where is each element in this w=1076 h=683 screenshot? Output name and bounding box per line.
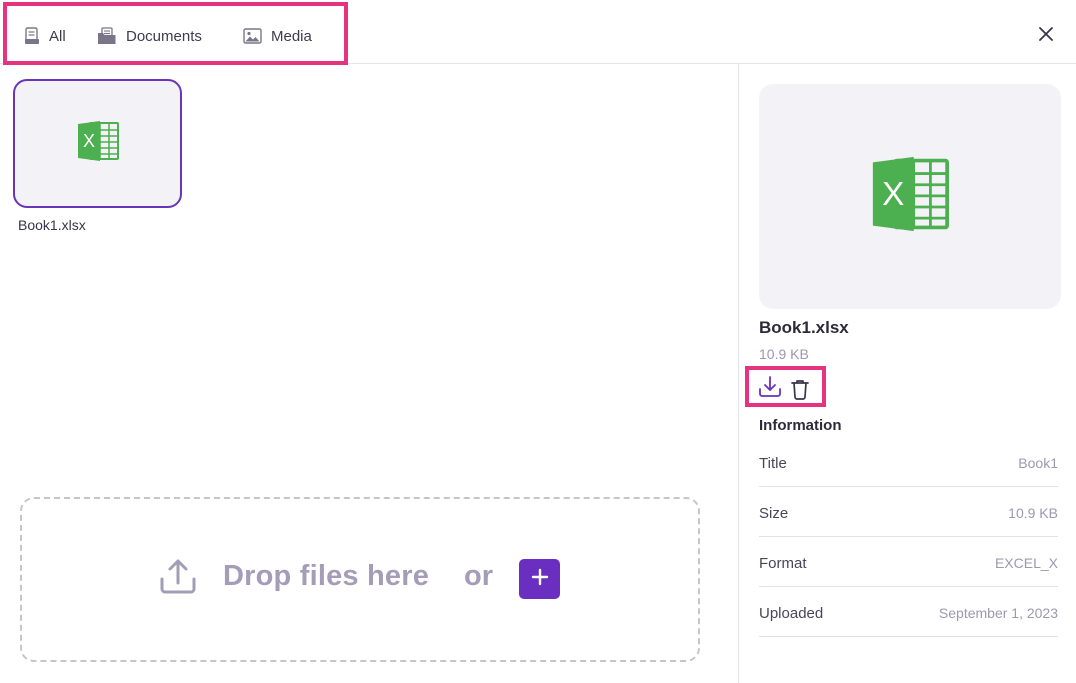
- info-value: EXCEL_X: [994, 555, 1058, 571]
- info-heading: Information: [759, 417, 842, 434]
- tab-media-label: Media: [271, 27, 312, 45]
- header: All Documents Media: [0, 0, 1076, 65]
- download-icon: [758, 376, 782, 403]
- tab-documents[interactable]: Documents: [97, 24, 202, 48]
- close-button[interactable]: [1034, 24, 1058, 48]
- info-value: 10.9 KB: [1008, 505, 1058, 521]
- file-name[interactable]: Book1.xlsx: [18, 217, 86, 233]
- download-button[interactable]: [758, 375, 782, 399]
- info-key: Size: [759, 505, 789, 522]
- image-icon: [243, 28, 262, 44]
- tab-all[interactable]: All: [24, 24, 66, 48]
- tab-all-label: All: [49, 27, 66, 45]
- trash-icon: [790, 380, 810, 404]
- file-preview: X: [759, 84, 1061, 309]
- excel-icon: X: [76, 120, 120, 167]
- file-card[interactable]: X: [13, 79, 182, 208]
- info-row-format: Format EXCEL_X: [759, 537, 1058, 587]
- close-icon: [1039, 26, 1053, 46]
- excel-icon: X: [869, 155, 951, 238]
- info-row-uploaded: Uploaded September 1, 2023: [759, 587, 1058, 637]
- tab-documents-label: Documents: [126, 27, 202, 45]
- folder-icon: [97, 27, 117, 45]
- info-value: Book1: [1018, 455, 1058, 471]
- detail-file-name: Book1.xlsx: [759, 318, 849, 337]
- plus-icon: [531, 568, 549, 591]
- dropzone-text: Drop files here: [223, 560, 430, 592]
- info-key: Uploaded: [759, 605, 824, 622]
- dropzone-or-text: or: [464, 560, 493, 592]
- svg-text:X: X: [82, 131, 94, 151]
- info-value: September 1, 2023: [938, 605, 1058, 621]
- delete-button[interactable]: [790, 378, 810, 400]
- add-file-button[interactable]: [519, 559, 560, 599]
- info-key: Format: [759, 555, 807, 572]
- info-key: Title: [759, 455, 787, 472]
- detail-file-size: 10.9 KB: [759, 346, 809, 362]
- tab-media[interactable]: Media: [243, 24, 312, 48]
- file-icon: [24, 27, 40, 45]
- svg-text:X: X: [882, 176, 904, 213]
- upload-icon: [158, 557, 198, 597]
- panel-divider: [738, 64, 739, 683]
- info-row-size: Size 10.9 KB: [759, 487, 1058, 537]
- info-row-title: Title Book1: [759, 437, 1058, 487]
